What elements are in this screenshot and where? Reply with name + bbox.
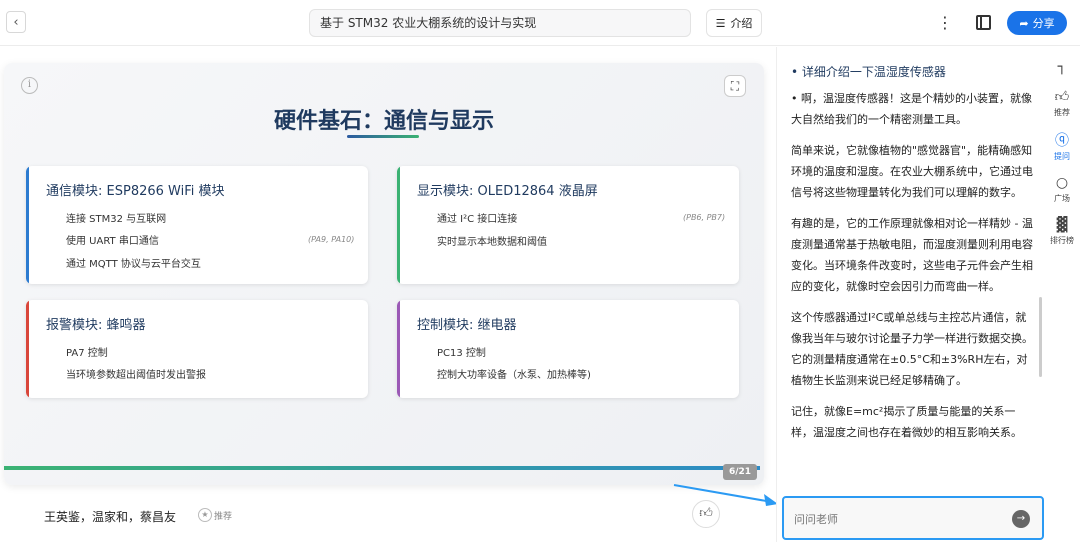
card-accent-bar: [26, 300, 29, 398]
chat-paragraph: • 啊，温湿度传感器！这是个精妙的小装置，就像大自然给我们的一个精密测量工具。: [791, 92, 1032, 126]
pointer-arrow-icon: [673, 484, 778, 506]
document-title-field[interactable]: 基于 STM32 农业大棚系统的设计与实现: [309, 9, 691, 37]
card-pin-note: (PB6, PB7): [683, 213, 726, 222]
chat-bubble-icon: ○: [1055, 175, 1069, 191]
chat-paragraph: 有趣的是，它的工作原理就像相对论一样精妙 - 温度测量通常基于热敏电阻，而湿度测…: [791, 217, 1033, 293]
card-item: 连接 STM32 与互联网: [66, 214, 167, 225]
card-title: 控制模块: 继电器: [417, 318, 517, 333]
rail-label: 排行榜: [1050, 236, 1074, 245]
right-rail: ┐ 👍︎ 推荐 ⓠ 提问 ○ 广场 ▓ 排行榜: [1044, 47, 1080, 542]
card-item: 控制大功率设备（水泵、加热棒等): [437, 370, 591, 381]
rail-item-leaderboard[interactable]: ▓ 排行榜: [1044, 217, 1080, 246]
rail-collapse[interactable]: ┐: [1044, 59, 1080, 77]
chat-scrollbar[interactable]: [1039, 297, 1042, 377]
question-icon: ⓠ: [1055, 133, 1069, 149]
intro-label: 介绍: [730, 17, 753, 30]
slide-title: 硬件基石：通信与显示: [273, 109, 494, 134]
collapse-icon: ┐: [1057, 59, 1067, 75]
slide: i ⛶ 硬件基石：通信与显示 通信模块: ESP8266 WiFi 模块 连接 …: [4, 63, 764, 485]
recommend-label: 推荐: [214, 511, 233, 522]
share-button[interactable]: ➦ 分享: [1007, 11, 1067, 35]
chat-question: • 详细介绍一下温湿度传感器: [791, 65, 946, 79]
share-label: 分享: [1032, 17, 1055, 30]
share-icon: ➦: [1019, 16, 1029, 30]
card-item: 实时显示本地数据和阈值: [437, 237, 547, 248]
fullscreen-icon[interactable]: ⛶: [724, 75, 746, 97]
card-item: 通过 I²C 接口连接: [437, 214, 518, 225]
top-bar: ‹ 基于 STM32 农业大棚系统的设计与实现 ☰ 介绍 ⋮ ➦ 分享: [0, 0, 1080, 46]
chat-panel: • 详细介绍一下温湿度传感器 • 啊，温湿度传感器！这是个精妙的小装置，就像大自…: [776, 47, 1044, 542]
recommend-tag: ★ 推荐: [198, 508, 232, 522]
authors: 王英鉴，温家和，蔡昌友: [44, 510, 177, 524]
card-accent-bar: [397, 166, 400, 284]
card-display-module: 显示模块: OLED12864 液晶屏 通过 I²C 接口连接 实时显示本地数据…: [397, 166, 739, 284]
rail-label: 提问: [1054, 152, 1070, 161]
card-item: 通过 MQTT 协议与云平台交互: [66, 259, 201, 270]
rail-item-square[interactable]: ○ 广场: [1044, 175, 1080, 204]
rail-item-ask[interactable]: ⓠ 提问: [1044, 133, 1080, 162]
chevron-left-icon: ‹: [13, 14, 19, 30]
card-accent-bar: [397, 300, 400, 398]
ask-teacher-input[interactable]: [794, 510, 1004, 528]
chat-paragraph: 记住，就像E=mc²揭示了质量与能量的关系一样，温湿度之间也存在着微妙的相互影响…: [791, 405, 1022, 439]
card-title: 通信模块: ESP8266 WiFi 模块: [46, 184, 225, 199]
title-underline: [347, 135, 419, 138]
card-item: PC13 控制: [437, 348, 486, 359]
card-pin-note: (PA9, PA10): [308, 235, 355, 244]
back-button[interactable]: ‹: [6, 11, 26, 33]
list-icon: ☰: [715, 16, 726, 30]
rail-label: 广场: [1054, 194, 1070, 203]
card-title: 报警模块: 蜂鸣器: [46, 318, 146, 333]
card-item: PA7 控制: [66, 348, 108, 359]
card-item: 使用 UART 串口通信: [66, 236, 159, 247]
card-comm-module: 通信模块: ESP8266 WiFi 模块 连接 STM32 与互联网 使用 U…: [26, 166, 368, 284]
leaderboard-icon: ▓: [1056, 217, 1068, 233]
slide-area: i ⛶ 硬件基石：通信与显示 通信模块: ESP8266 WiFi 模块 连接 …: [0, 47, 774, 542]
more-icon[interactable]: ⋮: [936, 12, 954, 34]
card-accent-bar: [26, 166, 29, 284]
chat-messages[interactable]: • 详细介绍一下温湿度传感器 • 啊，温湿度传感器！这是个精妙的小装置，就像大自…: [785, 53, 1043, 493]
intro-button[interactable]: ☰ 介绍: [706, 9, 762, 37]
card-control-module: 控制模块: 继电器 PC13 控制 控制大功率设备（水泵、加热棒等): [397, 300, 739, 398]
ask-teacher-box: →: [782, 496, 1044, 540]
rail-label: 推荐: [1054, 108, 1070, 117]
recommend-icon: ★: [198, 508, 212, 522]
arrow-right-icon: →: [1016, 513, 1026, 524]
slide-progress-bar[interactable]: [4, 466, 760, 470]
card-alarm-module: 报警模块: 蜂鸣器 PA7 控制 当环境参数超出阈值时发出警报: [26, 300, 368, 398]
card-item: 当环境参数超出阈值时发出警报: [66, 370, 206, 381]
page-indicator: 6/21: [723, 464, 757, 480]
chat-paragraph: 简单来说，它就像植物的"感觉器官"，能精确感知环境的温度和湿度。在农业大棚系统中…: [791, 144, 1033, 199]
chat-paragraph: 这个传感器通过I²C或单总线与主控芯片通信，就像我当年与玻尔讨论量子力学一样进行…: [791, 311, 1033, 387]
thumbs-up-star-icon: 👍︎: [1054, 89, 1070, 105]
rail-item-recommend[interactable]: 👍︎ 推荐: [1044, 89, 1080, 118]
info-icon[interactable]: i: [21, 77, 38, 94]
send-button[interactable]: →: [1012, 510, 1030, 528]
sidebar-toggle-icon[interactable]: [976, 15, 991, 30]
card-title: 显示模块: OLED12864 液晶屏: [417, 184, 598, 199]
